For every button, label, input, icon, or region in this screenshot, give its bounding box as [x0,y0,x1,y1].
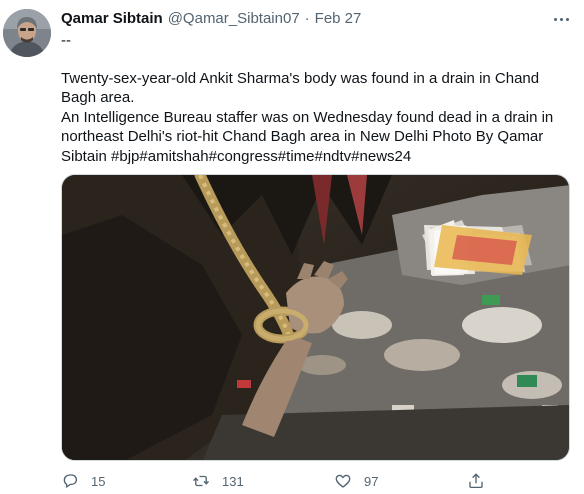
reply-button[interactable]: 15 [61,470,105,492]
tweet-card[interactable]: Qamar Sibtain @Qamar_Sibtain07 · Feb 27 … [0,0,584,494]
share-icon [469,473,483,489]
tweet-text-paragraph: An Intelligence Bureau staffer was on We… [61,108,554,165]
photo [62,175,569,460]
tweet-media-image[interactable] [61,174,570,461]
avatar-photo [3,9,51,57]
tweet-date[interactable]: Feb 27 [315,10,362,27]
tweet-actions: 15 131 97 [61,470,491,492]
tweet-text-line: -- [61,32,71,49]
reply-icon [63,474,78,488]
tweet-text-paragraph: Twenty-sex-year-old Ankit Sharma's body … [61,69,540,107]
retweet-icon [193,475,209,487]
reply-count: 15 [91,473,106,489]
avatar[interactable] [3,9,51,57]
author-handle[interactable]: @Qamar_Sibtain07 [168,10,300,27]
share-button[interactable] [467,470,485,492]
like-count: 97 [364,473,379,489]
retweet-button[interactable]: 131 [192,470,244,492]
author-name[interactable]: Qamar Sibtain [61,10,163,27]
like-button[interactable]: 97 [334,470,378,492]
tweet-text: -- Twenty-sex-year-old Ankit Sharma's bo… [61,31,571,166]
heart-icon [335,474,351,488]
tweet-header: Qamar Sibtain @Qamar_Sibtain07 · Feb 27 [61,10,361,30]
more-options-icon[interactable] [550,10,572,28]
retweet-count: 131 [222,473,244,489]
separator-dot: · [304,10,310,27]
